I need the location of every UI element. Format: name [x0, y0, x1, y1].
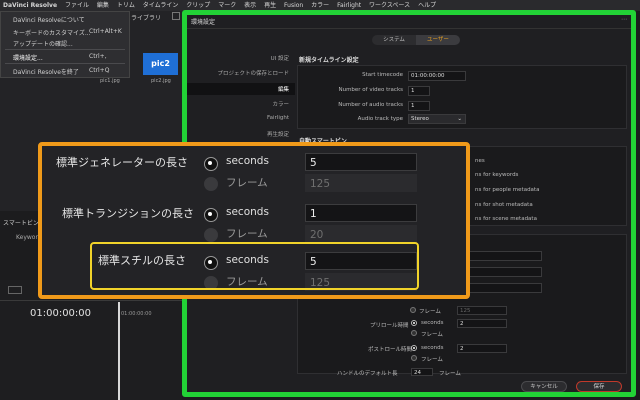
clip-thumbnail-pic2[interactable]: pic2 — [143, 53, 178, 75]
still-frames-radio-small[interactable] — [410, 307, 416, 313]
smart-bin-option-4[interactable]: ns for shot metadata — [475, 202, 533, 208]
menu-help[interactable]: ヘルプ — [418, 2, 436, 9]
preroll-frames-label: フレーム — [421, 332, 443, 338]
smart-bin-label[interactable]: スマートビン — [3, 218, 39, 227]
transition-frames-radio[interactable] — [204, 228, 218, 242]
audio-type-value: Stereo — [411, 116, 429, 122]
new-timeline-heading: 新規タイムライン設定 — [299, 57, 359, 64]
transition-seconds-input[interactable]: 1 — [305, 204, 417, 222]
dialog-title: 環境設定 — [191, 19, 216, 26]
generator-frames-input[interactable]: 125 — [305, 174, 417, 192]
divider — [0, 300, 182, 301]
smart-bin-option-1[interactable]: nes — [475, 158, 485, 164]
shortcut-keyboard: Ctrl+Alt+K — [89, 28, 122, 35]
sidebar-item-fairlight[interactable]: Fairlight — [267, 115, 289, 121]
handle-length-label: ハンドルのデフォルト長 — [337, 371, 398, 377]
smart-bin-option-5[interactable]: ns for scene metadata — [475, 216, 537, 222]
generator-seconds-radio[interactable] — [204, 157, 218, 171]
menu-edit[interactable]: 編集 — [97, 2, 109, 9]
preroll-label: プリロール時間 — [370, 323, 409, 329]
menu-workspace[interactable]: ワークスペース — [369, 2, 410, 9]
start-timecode-input[interactable]: 01:00:00:00 — [408, 71, 466, 81]
menu-fusion[interactable]: Fusion — [284, 2, 303, 9]
smart-bin-option-3[interactable]: ns for people metadata — [475, 187, 539, 193]
more-options-icon[interactable]: ⋯ — [621, 16, 627, 23]
menu-view[interactable]: 表示 — [244, 2, 256, 9]
menu-color[interactable]: カラー — [311, 2, 329, 9]
chevron-down-icon: ⌄ — [457, 116, 462, 122]
menu-trim[interactable]: トリム — [117, 2, 135, 9]
handle-length-unit: フレーム — [439, 371, 461, 377]
app-menu-dropdown: DaVinci Resolveについて キーボードのカスタマイズ... Ctrl… — [0, 11, 130, 78]
generator-frames-label: フレーム — [226, 177, 268, 189]
menu-playback[interactable]: 再生 — [264, 2, 276, 9]
sidebar-item-color[interactable]: カラー — [272, 100, 289, 108]
transition-duration-label: 標準トランジションの長さ — [62, 207, 194, 220]
video-tracks-input[interactable]: 1 — [408, 86, 430, 96]
ruler-timecode: 01:00:00:00 — [121, 311, 152, 317]
handle-length-input[interactable]: 24 — [411, 368, 433, 376]
start-timecode-label: Start timecode — [362, 72, 403, 78]
library-tab[interactable]: ライブラリ — [131, 13, 161, 22]
sidebar-item-ui[interactable]: UI 設定 — [271, 54, 289, 62]
preroll-frames-radio[interactable] — [411, 330, 417, 336]
generator-frames-radio[interactable] — [204, 177, 218, 191]
clip-name-pic2: pic2.jpg — [151, 78, 171, 84]
tab-system[interactable]: システム — [372, 35, 416, 45]
transition-frames-input[interactable]: 20 — [305, 225, 417, 243]
audio-type-label: Audio track type — [357, 116, 403, 122]
still-duration-highlight — [90, 242, 419, 290]
timeline-timecode: 01:00:00:00 — [30, 308, 92, 319]
audio-tracks-label: Number of audio tracks — [338, 102, 403, 108]
still-frames-input-small[interactable]: 125 — [457, 306, 507, 315]
still-frames-label-small: フレーム — [419, 309, 441, 315]
menu-item-preferences[interactable]: 環境設定... — [13, 53, 43, 62]
menu-item-about[interactable]: DaVinci Resolveについて — [13, 15, 85, 24]
postroll-frames-label: フレーム — [421, 357, 443, 363]
postroll-seconds-input[interactable]: 2 — [457, 344, 507, 353]
transition-frames-label: フレーム — [226, 228, 268, 240]
audio-tracks-input[interactable]: 1 — [408, 101, 430, 111]
shortcut-quit: Ctrl+Q — [89, 67, 110, 74]
playhead[interactable] — [118, 302, 120, 400]
menu-app[interactable]: DaVinci Resolve — [0, 2, 57, 9]
menu-fairlight[interactable]: Fairlight — [337, 2, 361, 9]
menu-file[interactable]: ファイル — [65, 2, 89, 9]
divider — [187, 28, 631, 29]
menu-mark[interactable]: マーク — [218, 2, 236, 9]
postroll-label: ポストロール時間 — [368, 347, 413, 353]
postroll-seconds-label: seconds — [421, 345, 444, 351]
menu-separator — [5, 63, 125, 64]
menu-item-keyboard[interactable]: キーボードのカスタマイズ... — [13, 28, 91, 37]
transition-seconds-radio[interactable] — [204, 208, 218, 222]
smart-bin-option-2[interactable]: ns for keywords — [475, 172, 518, 178]
menu-separator — [5, 49, 125, 50]
menu-item-updates[interactable]: アップデートの確認... — [13, 39, 73, 48]
sidebar-item-edit[interactable]: 編集 — [278, 85, 289, 93]
save-button[interactable]: 保存 — [576, 381, 622, 392]
timeline-view-icon[interactable] — [8, 286, 22, 294]
preroll-seconds-label: seconds — [421, 320, 444, 326]
generator-seconds-label: seconds — [226, 155, 269, 167]
generator-duration-label: 標準ジェネレーターの長さ — [56, 156, 188, 169]
preroll-seconds-radio[interactable] — [411, 320, 417, 326]
preroll-seconds-input[interactable]: 2 — [457, 319, 507, 328]
sidebar-item-playback[interactable]: 再生設定 — [267, 130, 289, 138]
video-tracks-label: Number of video tracks — [338, 87, 403, 93]
sidebar-item-project-save[interactable]: プロジェクトの保存とロード — [217, 69, 289, 77]
cancel-button[interactable]: キャンセル — [521, 381, 567, 392]
tab-user[interactable]: ユーザー — [416, 35, 460, 45]
menu-clip[interactable]: クリップ — [186, 2, 210, 9]
generator-seconds-input[interactable]: 5 — [305, 153, 417, 171]
postroll-seconds-radio[interactable] — [411, 345, 417, 351]
menu-item-quit[interactable]: DaVinci Resolveを終了 — [13, 67, 79, 76]
postroll-frames-radio[interactable] — [411, 355, 417, 361]
clip-name-pic1: pic1.jpg — [100, 78, 120, 84]
shortcut-preferences: Ctrl+, — [89, 53, 107, 60]
menu-timeline[interactable]: タイムライン — [143, 2, 179, 9]
audio-type-select[interactable]: Stereo ⌄ — [408, 114, 466, 124]
grid-view-icon[interactable] — [172, 12, 180, 20]
transition-seconds-label: seconds — [226, 206, 269, 218]
